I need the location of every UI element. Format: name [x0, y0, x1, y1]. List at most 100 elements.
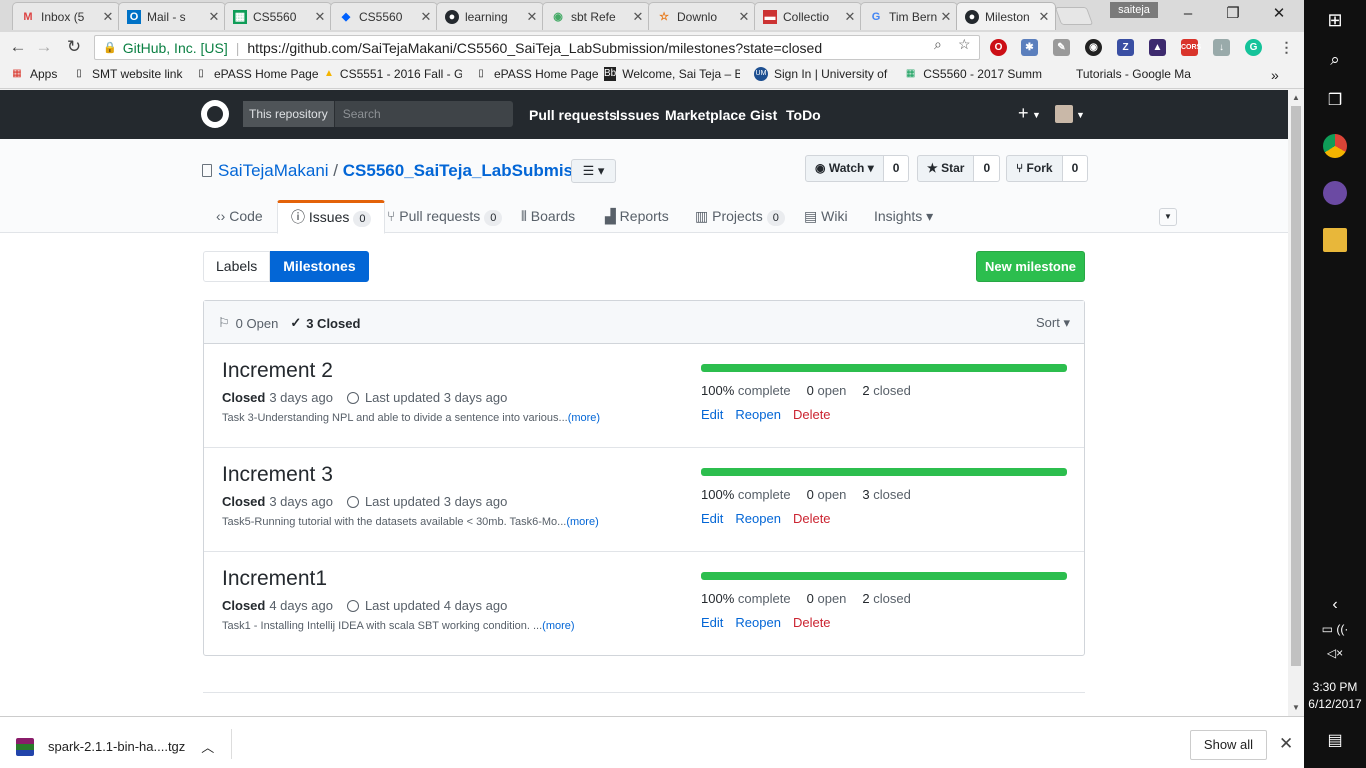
star-button[interactable]: ★ Star 0 — [917, 155, 1001, 182]
tab-code[interactable]: ‹› Code — [216, 200, 263, 233]
zotero-icon[interactable]: Z — [1117, 39, 1134, 56]
reopen-link[interactable]: Reopen — [735, 511, 781, 526]
tab-dropbox[interactable]: ◆ CS5560 ✕ — [330, 2, 438, 30]
file-explorer-icon[interactable] — [1323, 228, 1347, 252]
system-clock[interactable]: 3:30 PM 6/12/2017 — [1304, 679, 1366, 713]
nav-issues[interactable]: Issues — [616, 107, 660, 123]
close-icon[interactable]: ✕ — [1037, 9, 1051, 25]
back-icon[interactable]: ← — [6, 36, 30, 58]
reopen-link[interactable]: Reopen — [735, 407, 781, 422]
cors-icon[interactable]: CORS — [1181, 39, 1201, 56]
chevron-left-icon[interactable]: ‹ — [1304, 596, 1366, 614]
star-count[interactable]: 0 — [974, 155, 1001, 182]
github-logo-icon[interactable] — [201, 100, 229, 128]
tab-wiki[interactable]: ▤ Wiki — [804, 200, 848, 233]
address-bar[interactable]: 🔒 GitHub, Inc. [US] | https://github.com… — [94, 35, 980, 60]
restore-icon[interactable]: ❐ — [1210, 0, 1256, 28]
search-scope[interactable]: This repository — [243, 101, 335, 127]
bookmark-item[interactable]: ▯ ePASS Home Page — [474, 67, 598, 81]
tab-projects[interactable]: ▥ Projects 0 — [695, 200, 785, 233]
bookmark-item[interactable]: ▲ CS5551 - 2016 Fall - G — [324, 67, 462, 81]
window-close-icon[interactable]: ✕ — [1256, 0, 1302, 28]
close-icon[interactable]: ✕ — [419, 9, 433, 25]
extension-icon[interactable]: ✎ — [1053, 39, 1070, 56]
close-icon[interactable]: ✕ — [939, 9, 953, 25]
tab-pull-requests[interactable]: ⑂ Pull requests 0 — [387, 200, 503, 233]
download-icon[interactable]: ↓ — [1213, 39, 1230, 56]
reload-icon[interactable]: ↻ — [62, 36, 86, 58]
watch-button[interactable]: ◉ Watch ▾ 0 — [805, 155, 910, 182]
more-tabs-dropdown[interactable]: ▼ — [1159, 208, 1177, 226]
show-all-button[interactable]: Show all — [1190, 730, 1267, 760]
close-icon[interactable]: ✕ — [631, 9, 645, 25]
chevron-up-icon[interactable]: ︿ — [201, 737, 214, 756]
page-scrollbar[interactable]: ▲ ▼ — [1288, 90, 1304, 716]
search-input[interactable]: Search — [335, 101, 513, 127]
repo-name-link[interactable]: CS5560_SaiTeja_LabSubmission — [343, 161, 608, 180]
download-item[interactable]: spark-2.1.1-bin-ha....tgz ︿ — [16, 737, 214, 756]
menu-icon[interactable]: ⋮ — [1278, 39, 1295, 56]
reopen-link[interactable]: Reopen — [735, 615, 781, 630]
forward-icon[interactable]: → — [32, 36, 56, 58]
tab-insights[interactable]: Insights ▾ — [874, 200, 933, 233]
nav-gist[interactable]: Gist — [750, 107, 777, 123]
nav-todo[interactable]: ToDo — [786, 107, 821, 123]
profile-badge[interactable]: saiteja — [1110, 2, 1158, 18]
bookmark-item[interactable]: Bb Welcome, Sai Teja – B — [604, 67, 740, 81]
nav-marketplace[interactable]: Marketplace — [665, 107, 746, 123]
milestones-link[interactable]: Milestones — [270, 251, 369, 282]
open-filter[interactable]: ⚐ 0 Open — [218, 315, 278, 331]
labels-link[interactable]: Labels — [203, 251, 271, 282]
edit-link[interactable]: Edit — [701, 407, 723, 422]
new-tab-button[interactable] — [1054, 7, 1094, 25]
watch-count[interactable]: 0 — [883, 155, 910, 182]
milestone-title[interactable]: Increment 2 — [222, 359, 333, 383]
nav-pull-requests[interactable]: Pull requests — [529, 107, 617, 123]
watch-label[interactable]: ◉ Watch ▾ — [805, 155, 884, 182]
bookmark-star-icon[interactable]: ☆ — [958, 36, 971, 53]
close-icon[interactable]: ✕ — [525, 9, 539, 25]
tab-reports[interactable]: ▟ Reports — [605, 200, 669, 233]
closed-filter[interactable]: ✓ 3 Closed — [290, 315, 360, 331]
bookmark-item[interactable]: ▯ ePASS Home Page — [194, 67, 318, 81]
tab-learning[interactable]: ● learning ✕ — [436, 2, 544, 30]
tab-collection[interactable]: ▬ Collectio ✕ — [754, 2, 862, 30]
star-label[interactable]: ★ Star — [917, 155, 975, 182]
list-menu-button[interactable]: ☰ ▾ — [571, 159, 616, 183]
close-icon[interactable]: ✕ — [1279, 734, 1293, 754]
bookmark-item[interactable]: ▦ CS5560 - 2017 Summ — [904, 67, 1042, 81]
more-link[interactable]: (more) — [568, 412, 600, 424]
milestone-title[interactable]: Increment1 — [222, 567, 327, 591]
more-link[interactable]: (more) — [542, 620, 574, 632]
close-icon[interactable]: ✕ — [843, 9, 857, 25]
windows-start-icon[interactable]: ⊞ — [1304, 10, 1366, 31]
extension-icon[interactable]: ◉ — [1085, 39, 1102, 56]
close-icon[interactable]: ✕ — [101, 9, 115, 25]
extension-icon[interactable]: ✱ — [1021, 39, 1038, 56]
edit-link[interactable]: Edit — [701, 511, 723, 526]
opera-icon[interactable]: O — [990, 39, 1007, 56]
tab-download[interactable]: ☆ Downlo ✕ — [648, 2, 756, 30]
fork-label[interactable]: ⑂ Fork — [1006, 155, 1063, 182]
notifications-icon[interactable]: ▤ — [1304, 730, 1366, 750]
search-box[interactable]: This repository Search — [243, 101, 513, 127]
tab-sbt[interactable]: ◉ sbt Refe ✕ — [542, 2, 650, 30]
volume-muted-icon[interactable]: ◁× — [1304, 646, 1366, 660]
bookmark-apps[interactable]: ▦ Apps — [10, 67, 57, 81]
minimize-icon[interactable]: – — [1165, 0, 1211, 28]
search-icon[interactable]: ⌕ — [934, 36, 942, 53]
delete-link[interactable]: Delete — [793, 407, 831, 422]
fork-count[interactable]: 0 — [1062, 155, 1089, 182]
milestone-title[interactable]: Increment 3 — [222, 463, 333, 487]
bookmark-item[interactable]: ▯ SMT website link — [72, 67, 182, 81]
delete-link[interactable]: Delete — [793, 615, 831, 630]
tab-gmail[interactable]: M Inbox (5 ✕ — [12, 2, 120, 30]
app-icon[interactable] — [1323, 181, 1347, 205]
tab-boards[interactable]: ⫴ Boards — [521, 200, 575, 233]
tab-sheets[interactable]: ▦ CS5560 ✕ — [224, 2, 332, 30]
scroll-up-icon[interactable]: ▲ — [1288, 93, 1304, 102]
tab-milestones[interactable]: ● Mileston ✕ — [956, 2, 1056, 30]
scroll-down-icon[interactable]: ▼ — [1288, 703, 1304, 712]
repo-owner-link[interactable]: SaiTejaMakani — [218, 161, 329, 180]
edit-link[interactable]: Edit — [701, 615, 723, 630]
